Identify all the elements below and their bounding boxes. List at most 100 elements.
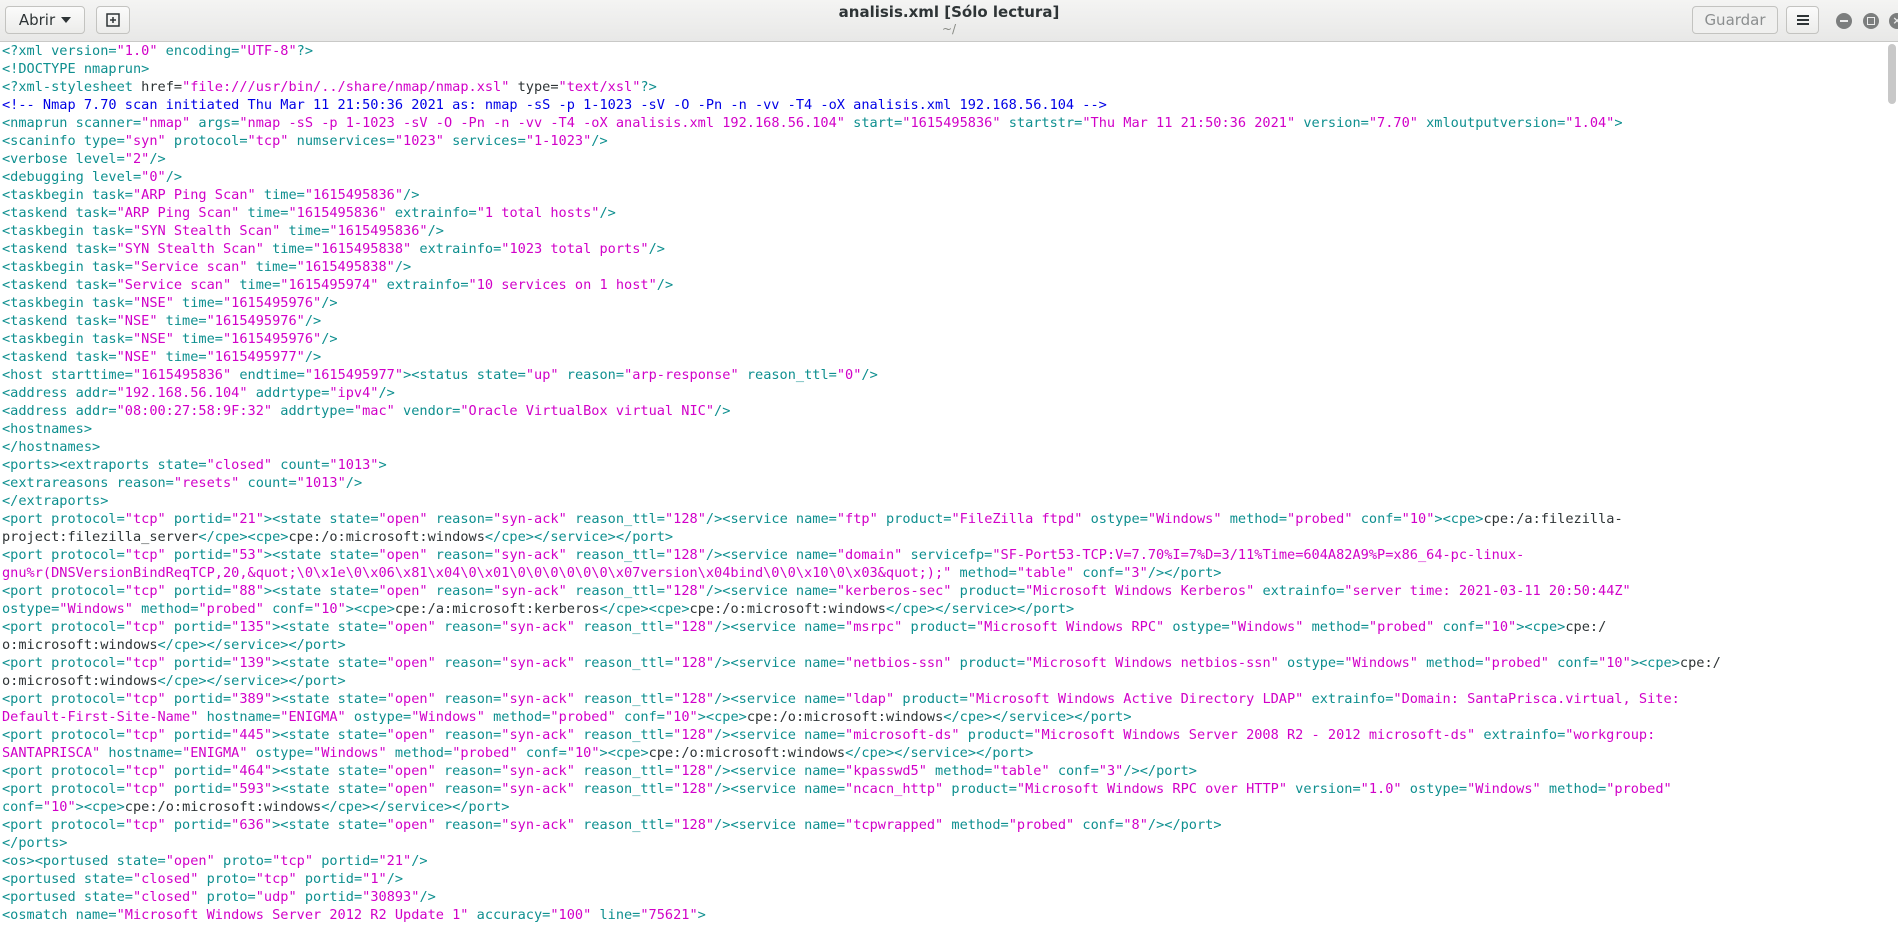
code-token: /><service name= <box>714 619 846 635</box>
code-line: <taskend task="ARP Ping Scan" time="1615… <box>2 204 1898 222</box>
code-token: "2" <box>124 151 150 167</box>
code-token: "1023" <box>394 133 444 149</box>
code-line: <?xml-stylesheet href="file:///usr/bin/.… <box>2 78 1898 96</box>
code-token: "syn-ack" <box>501 691 575 707</box>
code-token: "1615495974" <box>280 277 379 293</box>
maximize-icon[interactable] <box>1863 13 1879 29</box>
code-token: </cpe></service></port> <box>157 637 346 653</box>
code-token: ><cpe> <box>345 601 395 617</box>
code-token: reason= <box>558 367 625 383</box>
code-line: <taskbegin task="SYN Stealth Scan" time=… <box>2 222 1898 240</box>
code-token: reason_ttl= <box>566 511 665 527</box>
code-token: portid= <box>165 763 232 779</box>
code-token: "NSE" <box>132 295 174 311</box>
code-token: "ARP Ping Scan" <box>116 205 240 221</box>
code-token: "open" <box>386 655 436 671</box>
code-token: "kerberos-sec" <box>836 583 952 599</box>
code-token: </cpe></service></port> <box>484 529 674 545</box>
code-token: method= <box>951 565 1017 581</box>
code-token: </cpe></service></port> <box>943 709 1132 725</box>
code-token: extrainfo= <box>1475 727 1566 743</box>
code-token: "Microsoft Windows RPC" <box>976 619 1165 635</box>
code-token: ?> <box>640 79 657 95</box>
code-token: portid= <box>165 547 232 563</box>
code-token: href= <box>141 79 183 95</box>
code-token: method= <box>132 601 199 617</box>
code-token: o:microsoft:windows <box>2 673 158 689</box>
code-token: ?> <box>296 43 314 59</box>
text-editor[interactable]: <?xml version="1.0" encoding="UTF-8"?> <!… <box>0 42 1898 929</box>
code-token: "1615495976" <box>222 295 322 311</box>
code-token: time= <box>231 277 281 293</box>
code-token: portid= <box>165 781 232 797</box>
code-token: </cpe><cpe> <box>198 529 289 545</box>
code-token: "135" <box>231 619 273 635</box>
code-token: <taskend task= <box>2 313 117 329</box>
code-token: "workgroup: <box>1565 727 1656 743</box>
code-line: o:microsoft:windows</cpe></service></por… <box>2 672 1898 690</box>
code-token: method= <box>1303 619 1369 635</box>
code-token: "Microsoft Windows netbios-ssn" <box>1025 655 1279 671</box>
menu-button[interactable] <box>1786 6 1819 34</box>
code-token: "1.0" <box>116 43 158 59</box>
code-token: cpe:/o:microsoft:windows <box>746 709 944 725</box>
code-token: method= <box>386 745 453 761</box>
code-token: "8" <box>1123 817 1148 833</box>
code-token: <osmatch name= <box>2 907 117 923</box>
close-icon[interactable]: × <box>1889 13 1898 29</box>
code-token: hostname= <box>100 745 183 761</box>
code-token: "Microsoft Windows RPC over HTTP" <box>1016 781 1287 797</box>
code-line: <os><portused state="open" proto="tcp" p… <box>2 852 1898 870</box>
code-token: product= <box>959 727 1034 743</box>
code-token: /> <box>648 241 665 257</box>
code-line: </extraports> <box>2 492 1898 510</box>
code-token: addrtype= <box>247 385 330 401</box>
code-token: "ENIGMA" <box>280 709 346 725</box>
code-token: "NSE" <box>116 313 158 329</box>
code-token: reason_ttl= <box>574 655 674 671</box>
code-token: "probed" <box>1368 619 1435 635</box>
code-token: <port protocol= <box>2 547 125 563</box>
code-token: "NSE" <box>116 349 158 365</box>
code-token: /> <box>419 889 436 905</box>
code-token: "syn" <box>124 133 166 149</box>
code-token: portid= <box>296 889 363 905</box>
code-line: SANTAPRISCA" hostname="ENIGMA" ostype="W… <box>2 744 1898 762</box>
header-bar: Abrir analisis.xml [Sólo lectura] ~/ Gua… <box>0 0 1898 42</box>
minimize-icon[interactable] <box>1836 13 1852 29</box>
code-token: /> <box>411 853 428 869</box>
code-token: portid= <box>165 817 232 833</box>
code-token: <debugging level= <box>2 169 142 185</box>
code-token: "closed" <box>206 457 273 473</box>
code-token: "nmap -sS -p 1-1023 -sV -O -Pn -n -vv -T… <box>239 115 845 131</box>
code-token: "Windows" <box>1147 511 1222 527</box>
code-token: "table" <box>992 763 1050 779</box>
code-line: <port protocol="tcp" portid="636"><state… <box>2 816 1898 834</box>
code-token: "1615495976" <box>222 331 322 347</box>
code-token: "mac" <box>353 403 395 419</box>
code-token: <port protocol= <box>2 817 125 833</box>
code-token: "3" <box>1098 763 1124 779</box>
code-token: "ENIGMA" <box>182 745 248 761</box>
code-token: ><cpe> <box>1516 619 1566 635</box>
code-token: portid= <box>165 511 232 527</box>
code-line: <taskend task="NSE" time="1615495976"/> <box>2 312 1898 330</box>
code-token: Default-First-Site-Name" <box>2 709 199 725</box>
code-token: <taskbegin task= <box>2 295 133 311</box>
code-token: cpe:/o:microsoft:windows <box>689 601 886 617</box>
code-line: <!-- Nmap 7.70 scan initiated Thu Mar 11… <box>2 96 1898 114</box>
code-token: "text/xsl" <box>558 79 641 95</box>
code-token: "1.0" <box>1360 781 1402 797</box>
code-token: ><state state= <box>272 817 387 833</box>
code-token: <taskbegin task= <box>2 259 133 275</box>
code-token: "probed" <box>1606 781 1672 797</box>
code-token: method= <box>484 709 551 725</box>
vertical-scrollbar[interactable] <box>1888 44 1896 104</box>
code-token: <taskend task= <box>2 205 117 221</box>
code-token: cpe:/ <box>1565 619 1607 635</box>
code-token: /> <box>394 259 412 275</box>
code-line: <!DOCTYPE nmaprun> <box>2 60 1898 78</box>
code-token: "domain" <box>836 547 903 563</box>
code-token: ><state state= <box>272 727 387 743</box>
save-button[interactable]: Guardar <box>1692 6 1778 34</box>
